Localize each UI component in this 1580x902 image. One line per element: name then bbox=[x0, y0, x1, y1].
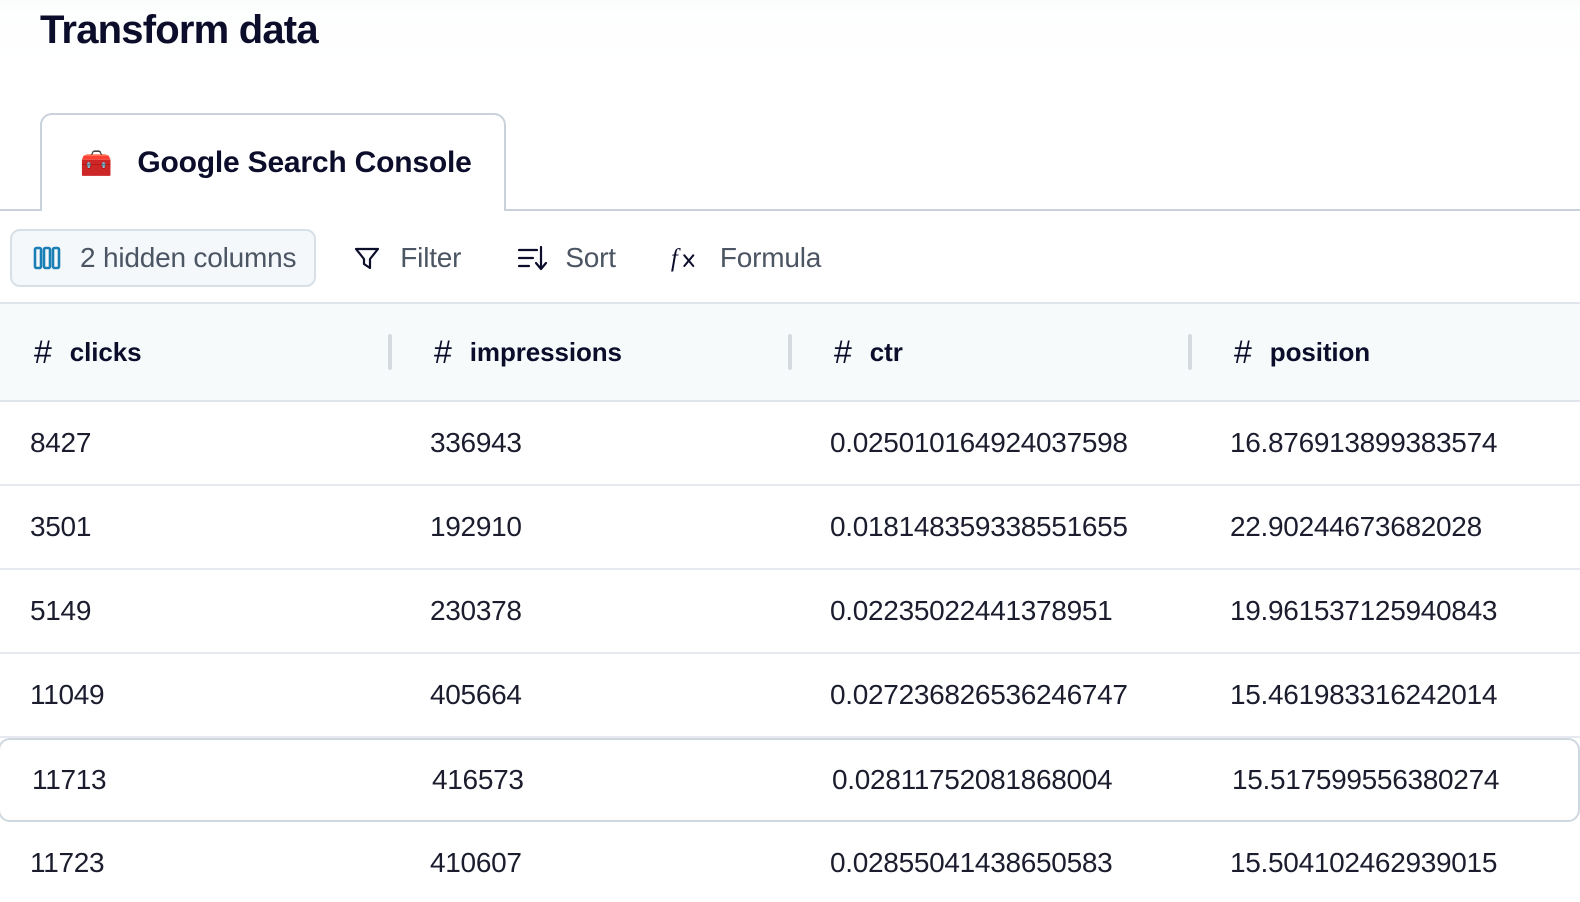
cell-ctr[interactable]: 0.02855041438650583 bbox=[800, 822, 1200, 902]
hidden-columns-label: 2 hidden columns bbox=[80, 242, 297, 273]
column-header-impressions[interactable]: # impressions bbox=[400, 304, 800, 400]
filter-button[interactable]: Filter bbox=[330, 229, 481, 287]
cell-clicks[interactable]: 5149 bbox=[0, 570, 400, 652]
page-title: Transform data bbox=[40, 8, 319, 52]
cell-impressions[interactable]: 336943 bbox=[400, 402, 800, 484]
grid-header-row: # clicks # impressions # ctr # position bbox=[0, 304, 1580, 402]
cell-ctr[interactable]: 0.02235022441378951 bbox=[800, 570, 1200, 652]
cell-position[interactable]: 15.461983316242014 bbox=[1200, 654, 1580, 736]
toolbox-icon: 🧰 bbox=[80, 148, 113, 178]
cell-impressions[interactable]: 405664 bbox=[400, 654, 800, 736]
cell-clicks[interactable]: 11723 bbox=[0, 822, 400, 902]
column-header-label: impressions bbox=[469, 336, 622, 367]
cell-impressions[interactable]: 192910 bbox=[400, 486, 800, 568]
table-row[interactable]: 5149 230378 0.02235022441378951 19.96153… bbox=[0, 570, 1580, 654]
hidden-columns-button[interactable]: 2 hidden columns bbox=[10, 229, 317, 287]
transform-data-page: Transform data 🧰 Google Search Console 2… bbox=[0, 0, 1580, 902]
cell-position[interactable]: 15.504102462939015 bbox=[1200, 822, 1580, 902]
sort-button[interactable]: Sort bbox=[495, 229, 636, 287]
filter-icon bbox=[350, 241, 384, 275]
column-header-position[interactable]: # position bbox=[1200, 304, 1580, 400]
cell-ctr[interactable]: 0.02811752081868004 bbox=[802, 740, 1202, 820]
cell-ctr[interactable]: 0.027236826536246747 bbox=[800, 654, 1200, 736]
sort-icon bbox=[515, 241, 549, 275]
filter-label: Filter bbox=[400, 242, 462, 273]
cell-clicks[interactable]: 8427 bbox=[0, 402, 400, 484]
number-type-icon: # bbox=[34, 334, 52, 370]
sort-label: Sort bbox=[565, 242, 616, 273]
cell-position[interactable]: 22.90244673682028 bbox=[1200, 486, 1580, 568]
table-row[interactable]: 3501 192910 0.018148359338551655 22.9024… bbox=[0, 486, 1580, 570]
table-row[interactable]: 11049 405664 0.027236826536246747 15.461… bbox=[0, 654, 1580, 738]
column-header-clicks[interactable]: # clicks bbox=[0, 304, 400, 400]
cell-clicks[interactable]: 11713 bbox=[2, 740, 402, 820]
column-header-label: position bbox=[1269, 336, 1371, 367]
cell-impressions[interactable]: 416573 bbox=[402, 740, 802, 820]
cell-clicks[interactable]: 3501 bbox=[0, 486, 400, 568]
transform-toolbar: 2 hidden columns Filter Sort f Formula bbox=[0, 213, 1580, 303]
formula-fx-icon: f bbox=[670, 241, 704, 275]
number-type-icon: # bbox=[434, 334, 452, 370]
column-header-ctr[interactable]: # ctr bbox=[800, 304, 1200, 400]
formula-label: Formula bbox=[719, 242, 822, 273]
tab-label: Google Search Console bbox=[137, 146, 472, 179]
tab-bar: 🧰 Google Search Console bbox=[0, 113, 1580, 211]
number-type-icon: # bbox=[834, 334, 852, 370]
table-row[interactable]: 8427 336943 0.025010164924037598 16.8769… bbox=[0, 402, 1580, 486]
cell-position[interactable]: 15.517599556380274 bbox=[1202, 740, 1580, 820]
table-row[interactable]: 11723 410607 0.02855041438650583 15.5041… bbox=[0, 822, 1580, 902]
columns-icon bbox=[30, 241, 64, 275]
cell-position[interactable]: 16.876913899383574 bbox=[1200, 402, 1580, 484]
formula-button[interactable]: f Formula bbox=[650, 229, 841, 287]
column-header-label: clicks bbox=[69, 336, 142, 367]
column-header-label: ctr bbox=[869, 336, 903, 367]
cell-ctr[interactable]: 0.018148359338551655 bbox=[800, 486, 1200, 568]
cell-position[interactable]: 19.961537125940843 bbox=[1200, 570, 1580, 652]
data-grid: # clicks # impressions # ctr # position … bbox=[0, 304, 1580, 902]
cell-impressions[interactable]: 230378 bbox=[400, 570, 800, 652]
cell-clicks[interactable]: 11049 bbox=[0, 654, 400, 736]
table-row-active[interactable]: 11713 416573 0.02811752081868004 15.5175… bbox=[0, 738, 1580, 822]
cell-ctr[interactable]: 0.025010164924037598 bbox=[800, 402, 1200, 484]
cell-impressions[interactable]: 410607 bbox=[400, 822, 800, 902]
svg-text:f: f bbox=[671, 245, 681, 272]
number-type-icon: # bbox=[1234, 334, 1252, 370]
tab-google-search-console[interactable]: 🧰 Google Search Console bbox=[40, 113, 506, 211]
